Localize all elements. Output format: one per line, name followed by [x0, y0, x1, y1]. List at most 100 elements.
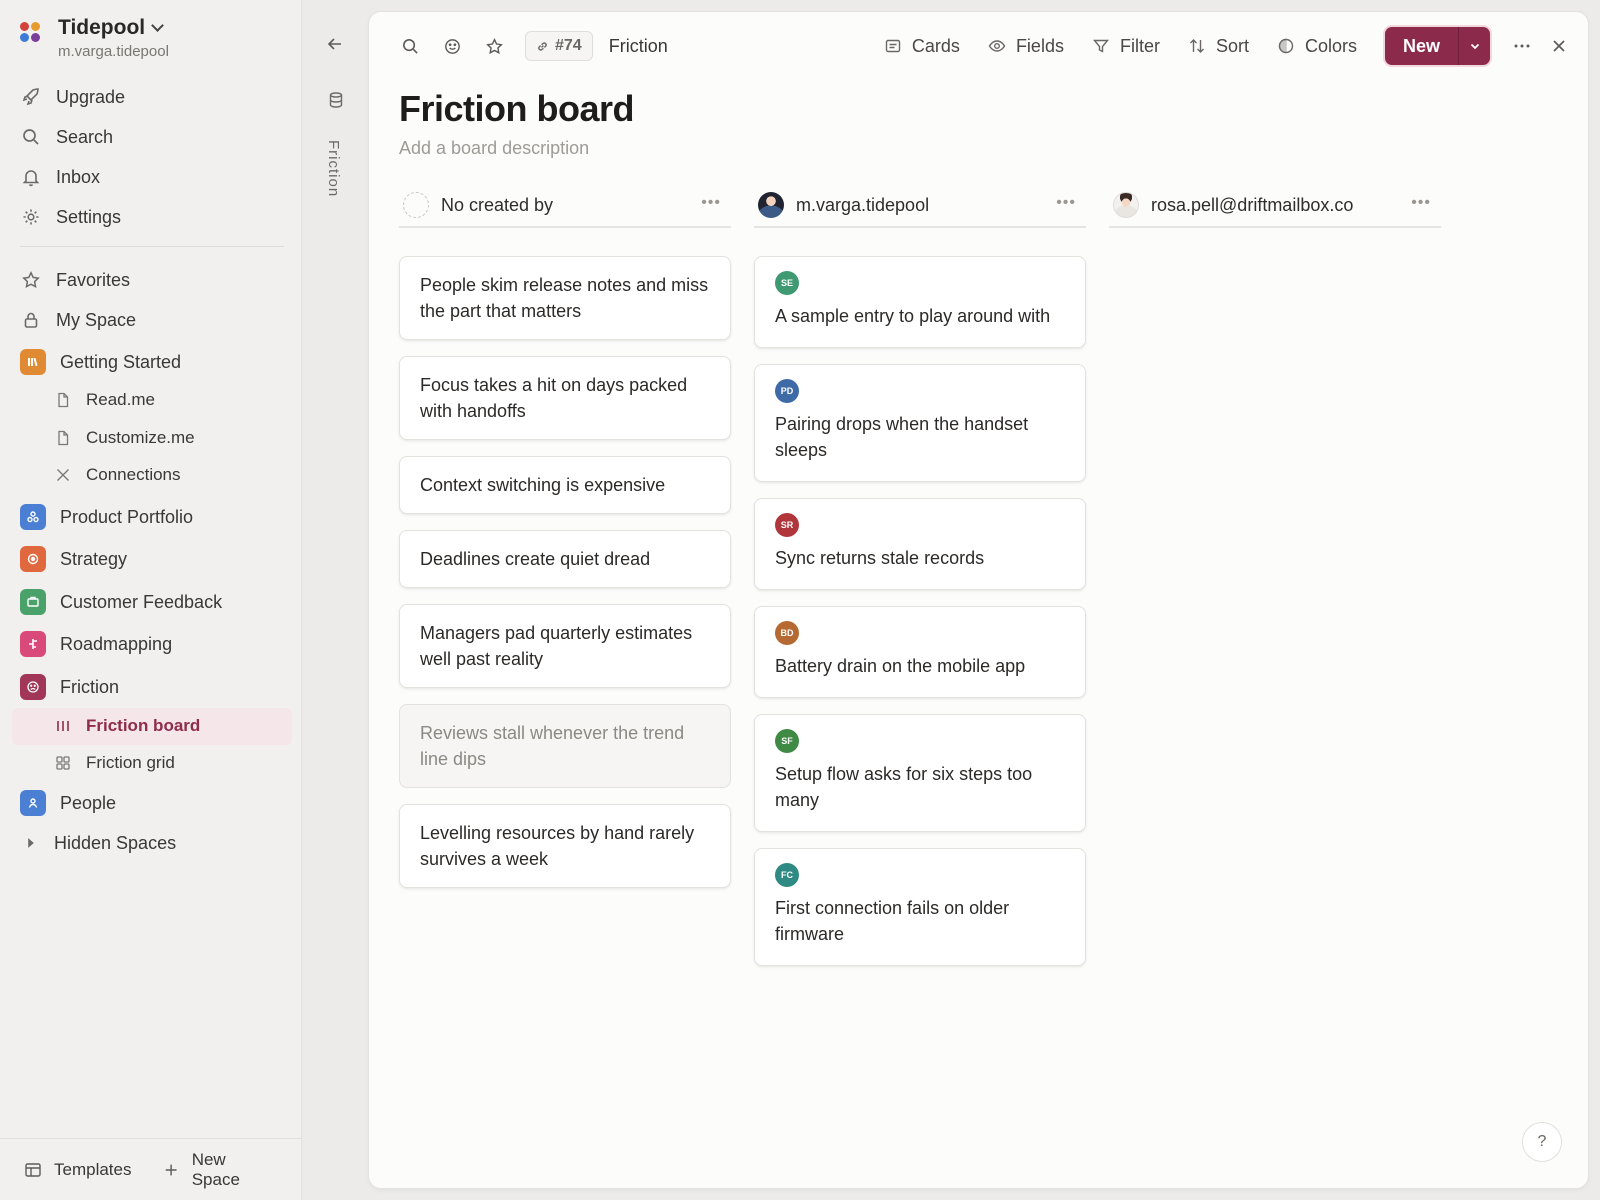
page-connections-label: Connections — [86, 465, 181, 484]
board-card[interactable]: BD Battery drain on the mobile app — [754, 606, 1086, 698]
new-dropdown-button[interactable] — [1458, 27, 1490, 65]
board-card[interactable]: Managers pad quarterly estimates well pa… — [399, 604, 731, 688]
close-icon[interactable] — [1550, 37, 1568, 55]
card-title: Focus takes a hit on days packed with ha… — [420, 375, 688, 421]
page-customize[interactable]: Customize.me — [54, 421, 290, 455]
board-card[interactable]: Deadlines create quiet dread — [399, 530, 731, 588]
page-readme[interactable]: Read.me — [54, 383, 290, 417]
column-header[interactable]: No created by ••• — [399, 184, 731, 228]
new-button[interactable]: New — [1385, 27, 1458, 65]
board-card[interactable]: Reviews stall whenever the trend line di… — [399, 704, 731, 788]
templates-button[interactable]: Templates — [24, 1160, 131, 1180]
workspace-user: m.varga.tidepool — [58, 43, 169, 60]
space-strategy[interactable]: Strategy — [20, 542, 288, 576]
feedback-icon — [20, 589, 46, 615]
board-card[interactable]: Context switching is expensive — [399, 456, 731, 514]
page-connections[interactable]: Connections — [54, 458, 290, 492]
collapsed-pane-label[interactable]: Friction — [325, 140, 342, 197]
new-space-label: New Space — [191, 1149, 240, 1189]
nav-search[interactable]: Search — [20, 120, 288, 154]
search-icon — [20, 126, 42, 148]
nav-inbox-label: Inbox — [56, 166, 101, 187]
search-icon[interactable] — [389, 28, 431, 64]
more-options-icon[interactable] — [1512, 36, 1532, 56]
card-title: Reviews stall whenever the trend line di… — [420, 723, 685, 769]
nav-inbox[interactable]: Inbox — [20, 160, 288, 194]
bell-icon — [20, 166, 42, 188]
card-title: People skim release notes and miss the p… — [420, 275, 709, 321]
smiley-icon[interactable] — [431, 28, 473, 64]
board-column: No created by ••• People skim release no… — [399, 184, 731, 888]
nav-my-space[interactable]: My Space — [20, 303, 288, 337]
lock-icon — [20, 309, 42, 331]
page-customize-label: Customize.me — [86, 428, 195, 447]
connections-icon — [54, 467, 72, 483]
creator-avatar: SR — [775, 513, 799, 537]
page-friction-grid[interactable]: Friction grid — [54, 746, 290, 780]
grid-icon — [54, 755, 72, 771]
breadcrumb[interactable]: Friction — [609, 36, 668, 57]
sort-icon — [1189, 39, 1204, 53]
arrow-left-icon[interactable] — [325, 34, 345, 59]
link-icon — [538, 41, 547, 51]
nav-settings[interactable]: Settings — [20, 200, 288, 234]
nav-hidden-spaces[interactable]: Hidden Spaces — [20, 826, 288, 860]
board-description-placeholder[interactable]: Add a board description — [399, 138, 589, 159]
portfolio-icon — [20, 504, 46, 530]
new-space-button[interactable]: New Space — [163, 1150, 270, 1190]
star-icon[interactable] — [473, 28, 515, 64]
board-card[interactable]: Focus takes a hit on days packed with ha… — [399, 356, 731, 440]
board-card[interactable]: People skim release notes and miss the p… — [399, 256, 731, 340]
board-card[interactable]: SE A sample entry to play around with — [754, 256, 1086, 348]
help-button[interactable]: ? — [1522, 1122, 1562, 1162]
workspace-switcher[interactable]: Tidepool m.varga.tidepool — [20, 16, 169, 60]
space-roadmapping[interactable]: Roadmapping — [20, 627, 288, 661]
column-more-icon[interactable]: ••• — [701, 194, 721, 212]
board-card[interactable]: Levelling resources by hand rarely survi… — [399, 804, 731, 888]
board-card[interactable]: SF Setup flow asks for six steps too man… — [754, 714, 1086, 832]
cards-label: Cards — [911, 35, 960, 56]
filter-button[interactable]: Filter — [1092, 36, 1160, 57]
space-friction[interactable]: Friction — [20, 670, 288, 704]
space-people[interactable]: People — [20, 786, 288, 820]
column-title: No created by — [441, 194, 554, 215]
space-getting-started[interactable]: Getting Started — [20, 345, 288, 379]
space-customer-feedback-label: Customer Feedback — [60, 591, 223, 612]
column-title: rosa.pell@driftmailbox.co — [1151, 194, 1354, 215]
nav-favorites-label: Favorites — [56, 269, 131, 290]
filter-icon — [1092, 39, 1109, 53]
creator-avatar: SF — [775, 729, 799, 753]
page-title[interactable]: Friction board — [399, 88, 635, 130]
colors-label: Colors — [1304, 35, 1357, 56]
space-product-portfolio[interactable]: Product Portfolio — [20, 500, 288, 534]
chevron-down-icon — [1470, 43, 1479, 50]
nav-favorites[interactable]: Favorites — [20, 263, 288, 297]
filter-label: Filter — [1119, 35, 1160, 56]
space-getting-started-label: Getting Started — [60, 351, 182, 372]
fields-button[interactable]: Fields — [988, 36, 1064, 57]
card-title: Sync returns stale records — [775, 548, 985, 568]
id-tag[interactable]: #74 — [525, 31, 593, 61]
column-header[interactable]: m.varga.tidepool ••• — [754, 184, 1086, 228]
sort-button[interactable]: Sort — [1188, 36, 1249, 57]
column-header[interactable]: rosa.pell@driftmailbox.co ••• — [1109, 184, 1441, 228]
creator-avatar: PD — [775, 379, 799, 403]
sidebar: Tidepool m.varga.tidepool Upgrade Search… — [0, 0, 302, 1200]
board-card[interactable]: FC First connection fails on older firmw… — [754, 848, 1086, 966]
colors-button[interactable]: Colors — [1277, 36, 1357, 57]
board-card[interactable]: PD Pairing drops when the handset sleeps — [754, 364, 1086, 482]
column-more-icon[interactable]: ••• — [1056, 194, 1076, 212]
document-icon — [54, 392, 72, 408]
page-friction-board[interactable]: Friction board — [54, 709, 290, 743]
star-icon — [20, 269, 42, 291]
column-more-icon[interactable]: ••• — [1411, 194, 1431, 212]
frown-icon — [20, 674, 46, 700]
space-people-label: People — [60, 792, 117, 813]
caret-right-icon — [24, 832, 38, 854]
cards-button[interactable]: Cards — [884, 36, 960, 57]
database-icon[interactable] — [327, 91, 345, 114]
nav-upgrade[interactable]: Upgrade — [20, 80, 288, 114]
space-strategy-label: Strategy — [60, 548, 128, 569]
space-customer-feedback[interactable]: Customer Feedback — [20, 585, 288, 619]
board-card[interactable]: SR Sync returns stale records — [754, 498, 1086, 590]
